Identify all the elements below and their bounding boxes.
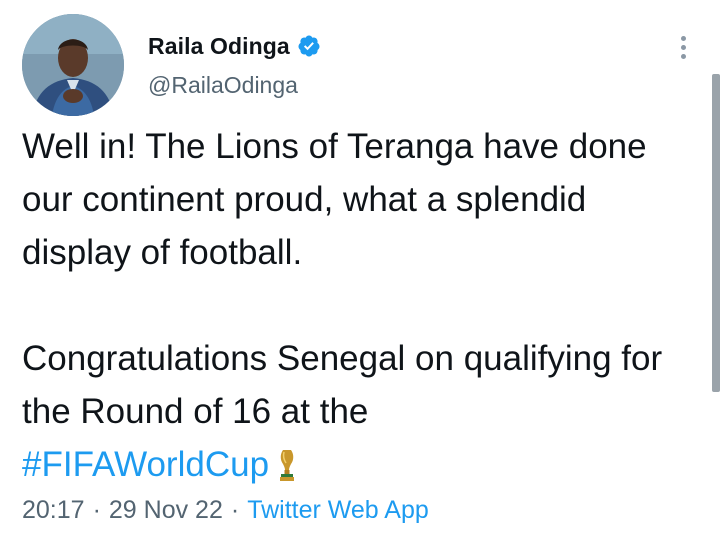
- tweet-text: Well in! The Lions of Teranga have done …: [22, 120, 698, 491]
- tweet-paragraph-1: Well in! The Lions of Teranga have done …: [22, 127, 647, 272]
- more-options-icon[interactable]: [672, 30, 694, 64]
- author-handle[interactable]: @RailaOdinga: [148, 72, 298, 99]
- tweet-time[interactable]: 20:17: [22, 496, 85, 525]
- hashtag-link[interactable]: #FIFAWorldCup: [22, 445, 269, 484]
- scrollbar[interactable]: [712, 74, 720, 392]
- dot: [680, 53, 686, 59]
- tweet-meta: 20:17 · 29 Nov 22 · Twitter Web App: [22, 496, 429, 525]
- avatar[interactable]: [22, 14, 124, 116]
- meta-separator: ·: [92, 496, 101, 524]
- author-name-row[interactable]: Raila Odinga: [148, 31, 321, 61]
- tweet-paragraph-2: Congratulations Senegal on qualifying fo…: [22, 332, 698, 491]
- author-display-name[interactable]: Raila Odinga: [148, 33, 290, 60]
- tweet-paragraph-2-text: Congratulations Senegal on qualifying fo…: [22, 339, 663, 431]
- trophy-emoji-icon: [280, 450, 295, 481]
- dot: [680, 35, 686, 41]
- dot: [680, 44, 686, 50]
- meta-separator: ·: [230, 496, 240, 524]
- avatar-photo: [22, 14, 124, 116]
- tweet-source-link[interactable]: Twitter Web App: [247, 496, 429, 525]
- tweet-date[interactable]: 29 Nov 22: [109, 496, 223, 525]
- verified-badge-icon: [298, 35, 320, 57]
